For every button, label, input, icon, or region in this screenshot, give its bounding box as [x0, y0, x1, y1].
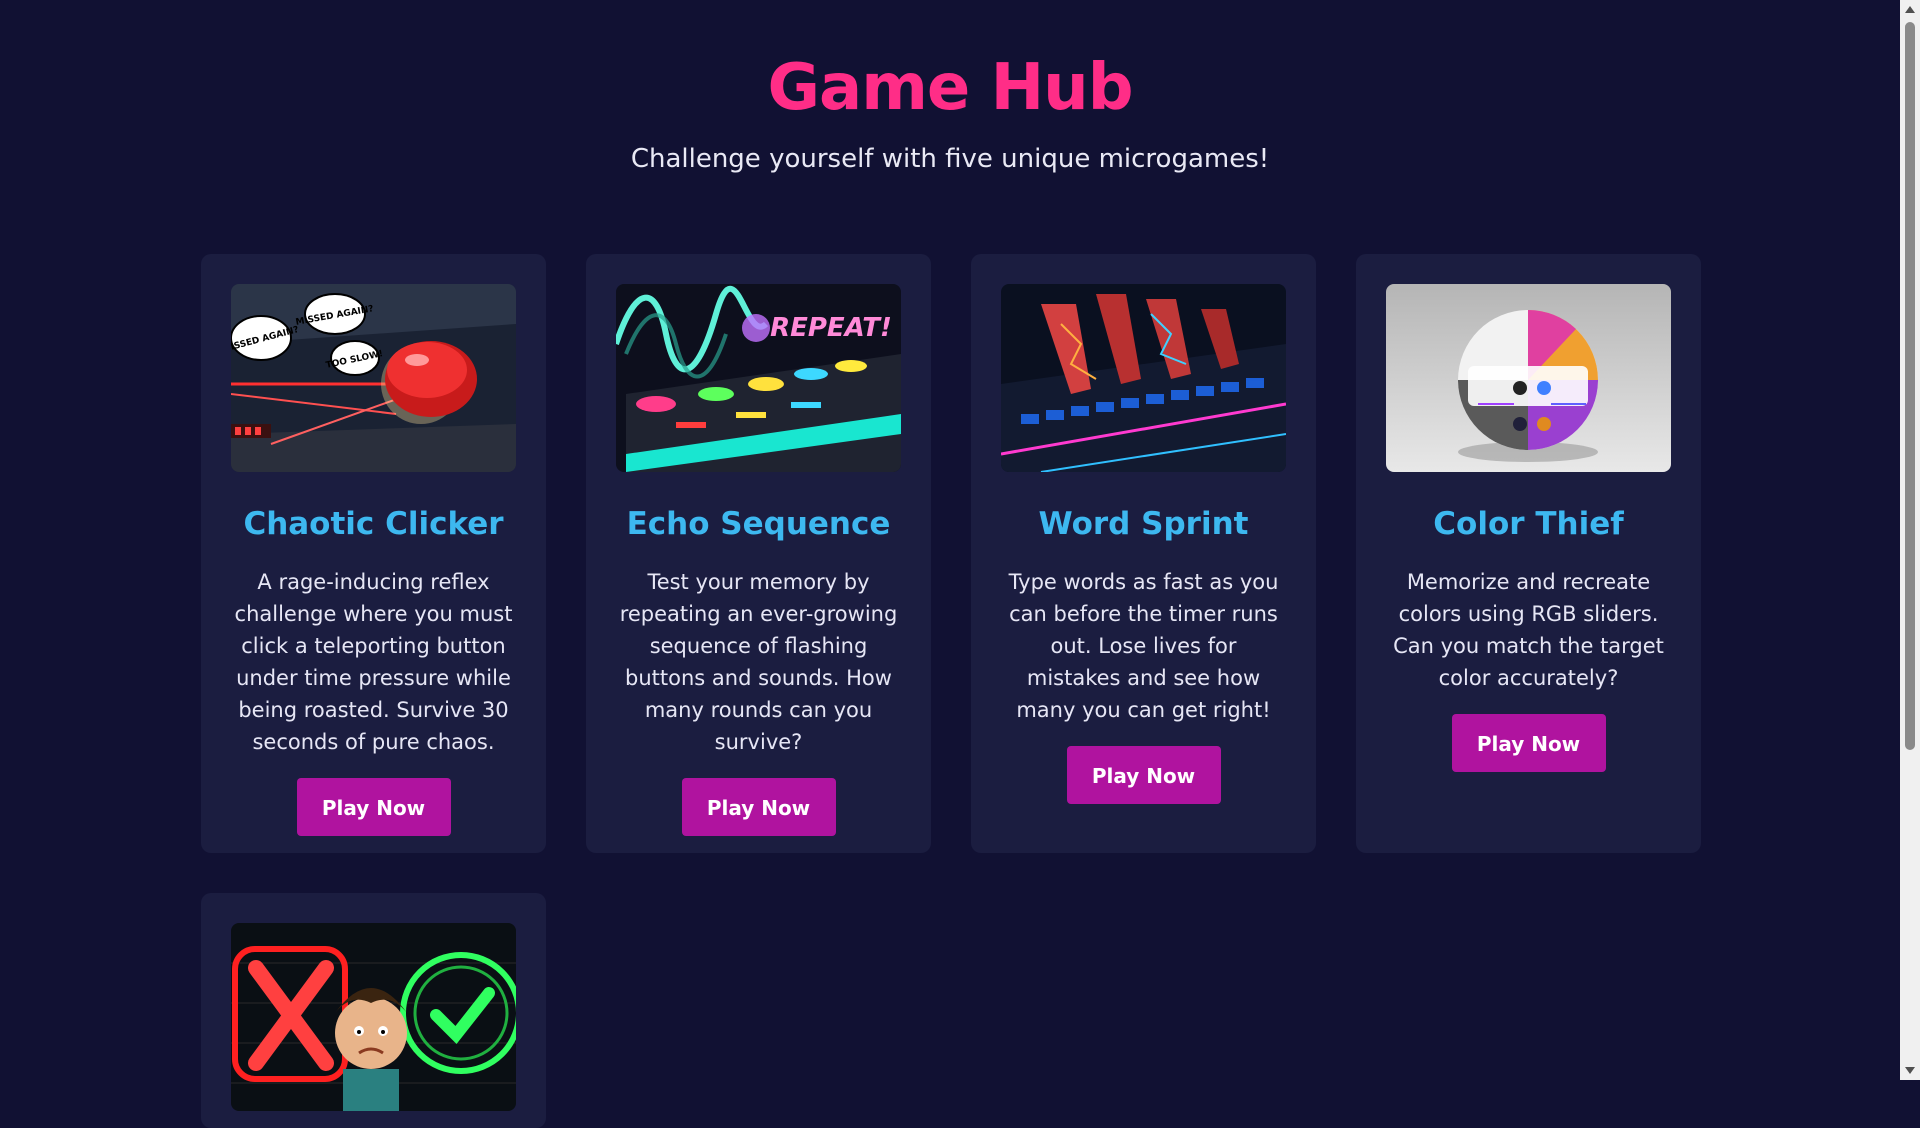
- play-now-button[interactable]: Play Now: [1066, 746, 1221, 804]
- play-now-button[interactable]: Play Now: [1451, 714, 1606, 772]
- game-description: Type words as fast as you can before the…: [1008, 570, 1279, 722]
- scroll-up-icon[interactable]: [1905, 6, 1915, 13]
- word-sprint-image: [1001, 284, 1286, 472]
- scroll-down-icon[interactable]: [1905, 1067, 1915, 1074]
- chaotic-clicker-image: MISSED AGAIN? MISSED AGAIN? TOO SLOW!: [231, 284, 516, 472]
- scrollbar[interactable]: [1900, 0, 1920, 1080]
- game-description: A rage-inducing reflex challenge where y…: [234, 570, 513, 754]
- game-description: Test your memory by repeating an ever-gr…: [619, 570, 898, 754]
- page-subtitle: Challenge yourself with five unique micr…: [630, 144, 1270, 174]
- game-card-echo-sequence: REPEAT! Echo Sequence Test your memory b…: [586, 254, 931, 853]
- game-title: Echo Sequence: [626, 506, 891, 542]
- game-title: Chaotic Clicker: [243, 506, 504, 542]
- game-card-chaotic-clicker: MISSED AGAIN? MISSED AGAIN? TOO SLOW! Ch…: [201, 254, 546, 853]
- game-card-color-thief: Color Thief Memorize and recreate colors…: [1356, 254, 1701, 853]
- scrollbar-thumb[interactable]: [1905, 22, 1915, 750]
- game-description: Memorize and recreate colors using RGB s…: [1393, 570, 1664, 690]
- game-title: Word Sprint: [1038, 506, 1249, 542]
- play-now-button[interactable]: Play Now: [681, 778, 836, 836]
- repeat-text: REPEAT!: [770, 313, 892, 343]
- game-card-5: [201, 893, 546, 1128]
- play-now-button[interactable]: Play Now: [296, 778, 451, 836]
- header: Game Hub Challenge yourself with five un…: [0, 0, 1900, 176]
- page: Game Hub Challenge yourself with five un…: [0, 0, 1900, 1128]
- color-thief-image: [1386, 284, 1671, 472]
- game-grid: MISSED AGAIN? MISSED AGAIN? TOO SLOW! Ch…: [201, 254, 1701, 1128]
- game-5-image: [231, 923, 516, 1111]
- echo-sequence-image: REPEAT!: [616, 284, 901, 472]
- page-title: Game Hub: [767, 51, 1133, 125]
- game-card-word-sprint: Word Sprint Type words as fast as you ca…: [971, 254, 1316, 853]
- game-title: Color Thief: [1433, 506, 1624, 542]
